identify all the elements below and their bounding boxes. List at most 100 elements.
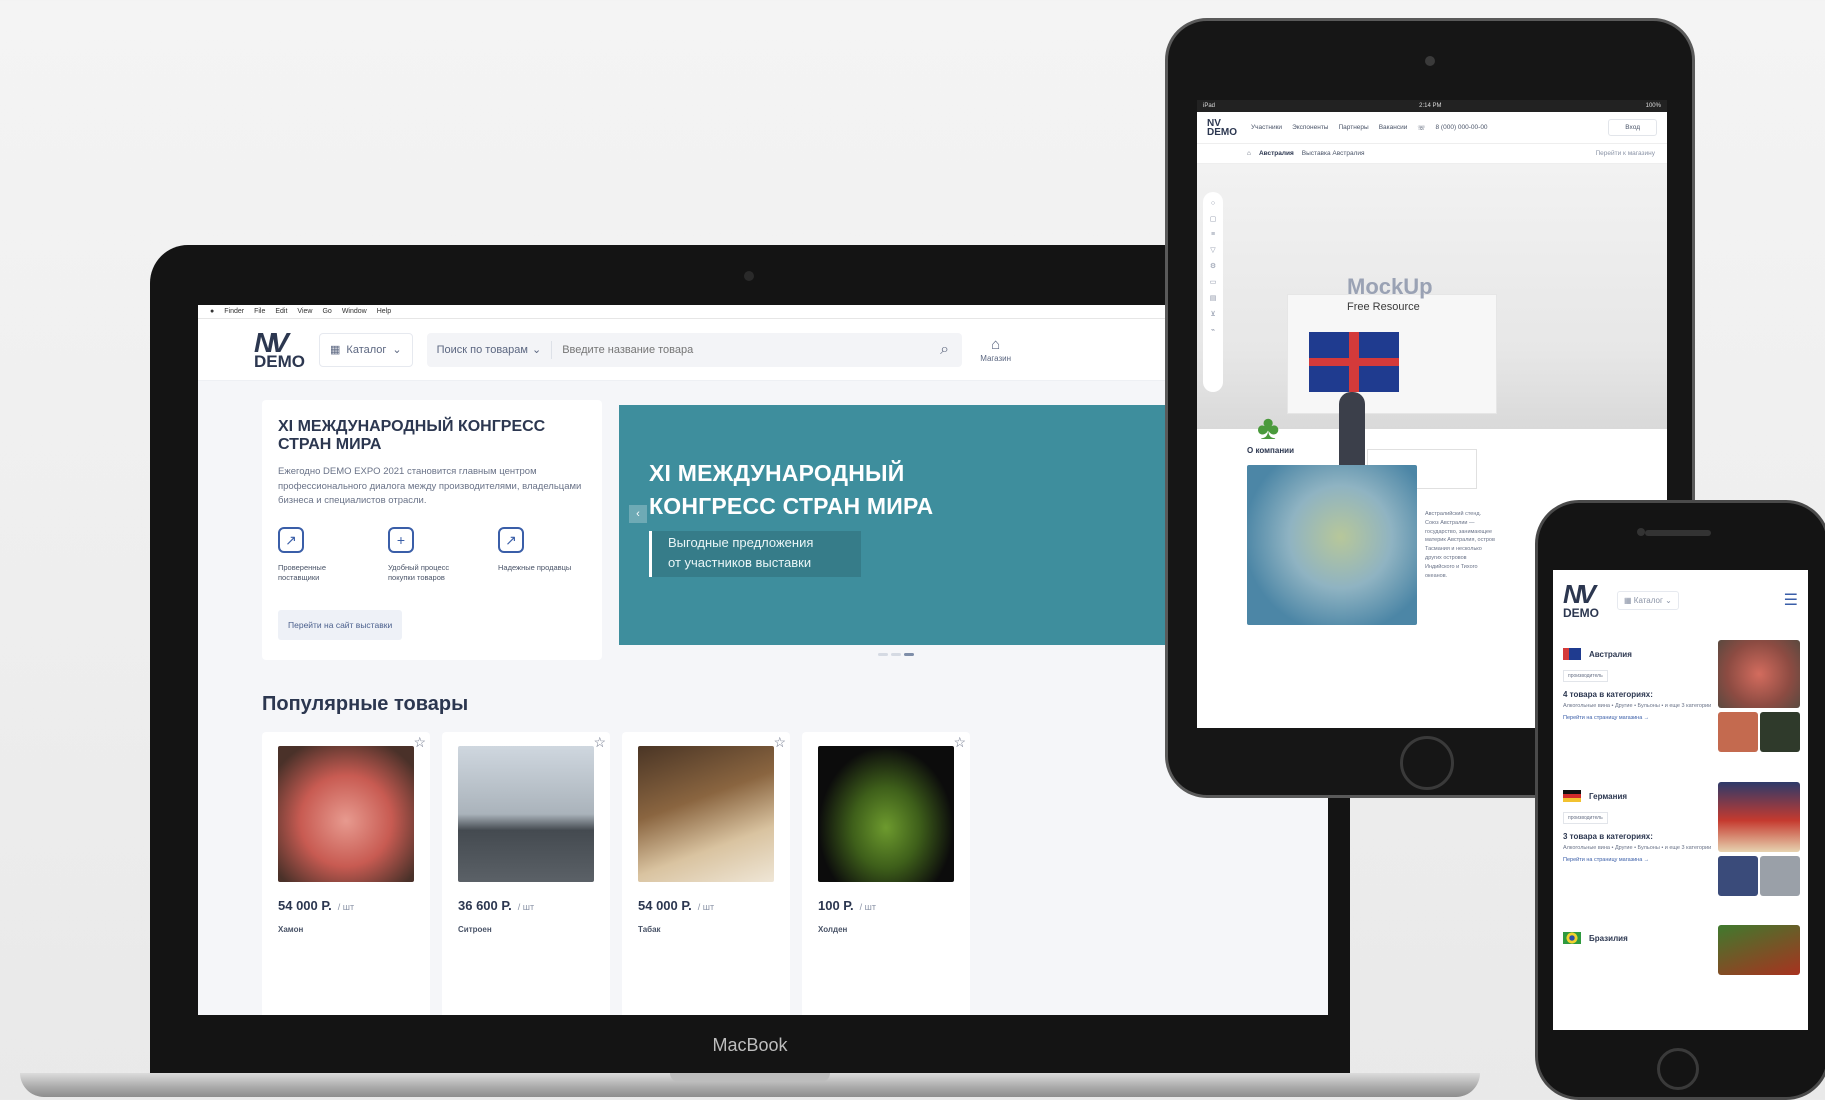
mac-menubar: ● Finder File Edit View Go Window Help xyxy=(198,305,1328,319)
menu-go[interactable]: Go xyxy=(322,308,331,315)
product-image-cigars[interactable] xyxy=(638,746,774,882)
product-name[interactable]: Хамон xyxy=(278,925,414,934)
menu-help[interactable]: Help xyxy=(377,308,391,315)
product-image-green-car[interactable] xyxy=(818,746,954,882)
menu-view[interactable]: View xyxy=(297,308,312,315)
info-icon[interactable]: ○ xyxy=(1211,200,1215,207)
status-battery: 100% xyxy=(1645,103,1661,109)
country-name[interactable]: Германия xyxy=(1589,792,1627,801)
product-name[interactable]: Холден xyxy=(818,925,954,934)
laptop-notch xyxy=(670,1073,830,1082)
product-image-car[interactable] xyxy=(458,746,594,882)
tablet-side-toolbar: ○ ▢ ≡ ▽ ⚙ ▭ ▤ ⊻ ⌁ xyxy=(1203,192,1223,392)
search-icon[interactable]: ⌕ xyxy=(928,341,962,359)
country-count: 3 товара в категориях: xyxy=(1563,832,1653,841)
product-card[interactable]: ☆ 54 000 Р. / шт Хамон xyxy=(262,732,430,1015)
cart-icon[interactable]: ⊻ xyxy=(1210,310,1215,318)
product-thumb[interactable] xyxy=(1718,856,1758,896)
menu-edit[interactable]: Edit xyxy=(275,308,287,315)
magnifier-map-image xyxy=(1247,465,1417,625)
country-item[interactable]: Бразилия xyxy=(1563,932,1713,944)
breadcrumb-country[interactable]: Австралия xyxy=(1259,150,1294,157)
product-thumb[interactable] xyxy=(1760,712,1800,752)
country-categories: Алкогольные вина • Другие • Бульоны • и … xyxy=(1563,845,1712,851)
phone-screen: NV DEMO ▦ Каталог ⌄ ☰ Австралия производи… xyxy=(1553,570,1808,1030)
breadcrumb-booth: Выставка Австралия xyxy=(1301,150,1365,157)
catalog-button[interactable]: ▦ Каталог ⌄ xyxy=(319,332,413,367)
nav-vacancies[interactable]: Вакансии xyxy=(1379,124,1408,131)
feature-label: Надежные продавцы xyxy=(498,562,572,572)
star-icon[interactable]: ☆ xyxy=(413,734,426,751)
country-name-row: Германия xyxy=(1563,790,1713,802)
doc-icon[interactable]: ▤ xyxy=(1210,294,1217,302)
apple-icon[interactable]: ● xyxy=(210,308,214,315)
filter-icon[interactable]: ▽ xyxy=(1210,246,1215,254)
nav-exponents[interactable]: Экспоненты xyxy=(1292,124,1328,131)
logo-word: DEMO xyxy=(254,352,305,371)
exhibition-site-button[interactable]: Перейти на сайт выставки xyxy=(278,610,403,641)
search-input[interactable] xyxy=(552,343,928,356)
star-icon[interactable]: ☆ xyxy=(953,734,966,751)
phone-logo[interactable]: NV DEMO xyxy=(1563,581,1599,619)
tablet-logo[interactable]: NV DEMO xyxy=(1207,118,1237,137)
tablet-home-button[interactable] xyxy=(1400,736,1454,790)
feature-item: ↗ Надежные продавцы xyxy=(498,526,578,583)
product-thumb[interactable] xyxy=(1760,856,1800,896)
price-unit: / шт xyxy=(517,902,535,912)
phone-home-button[interactable] xyxy=(1657,1048,1699,1090)
feature-item: + Удобный процесс покупки товаров xyxy=(388,526,468,583)
country-store-link[interactable]: Перейти на страницу магазина → xyxy=(1563,715,1713,721)
menu-finder[interactable]: Finder xyxy=(224,308,244,315)
go-to-store-link[interactable]: Перейти к магазину xyxy=(1595,150,1655,157)
list-icon[interactable]: ≡ xyxy=(1211,231,1215,238)
product-price: 36 600 Р. / шт xyxy=(458,898,594,913)
status-time: 2:14 PM xyxy=(1419,103,1442,109)
country-name[interactable]: Австралия xyxy=(1589,650,1632,659)
chat-icon[interactable]: ▭ xyxy=(1210,278,1217,286)
menu-file[interactable]: File xyxy=(254,308,265,315)
nav-participants[interactable]: Участники xyxy=(1251,124,1282,131)
slider-dot[interactable] xyxy=(878,653,888,656)
menu-window[interactable]: Window xyxy=(342,308,367,315)
exhibition-stand-view[interactable]: MockUp Free Resource ♣ xyxy=(1197,164,1667,492)
product-card[interactable]: ☆ 100 Р. / шт Холден xyxy=(802,732,970,1015)
product-thumb[interactable] xyxy=(1718,925,1800,975)
country-store-link[interactable]: Перейти на страницу магазина → xyxy=(1563,857,1713,863)
product-image-jamon[interactable] xyxy=(278,746,414,882)
star-icon[interactable]: ☆ xyxy=(593,734,606,751)
feature-label: Проверенные поставщики xyxy=(278,562,326,582)
laptop-camera xyxy=(744,271,754,281)
product-card[interactable]: ☆ 36 600 Р. / шт Ситроен xyxy=(442,732,610,1015)
slider-dot-active[interactable] xyxy=(904,653,914,656)
product-price: 100 Р. / шт xyxy=(818,898,954,913)
link-icon[interactable]: ⌁ xyxy=(1211,326,1215,334)
product-thumb[interactable] xyxy=(1718,640,1800,708)
product-thumb[interactable] xyxy=(1718,712,1758,752)
chevron-left-icon[interactable]: ‹ xyxy=(629,505,647,523)
product-name[interactable]: Табак xyxy=(638,925,774,934)
product-thumb[interactable] xyxy=(1718,782,1800,852)
site-logo[interactable]: NV DEMO xyxy=(254,329,305,371)
menu-icon[interactable]: ☰ xyxy=(1784,590,1798,610)
country-name[interactable]: Бразилия xyxy=(1589,934,1628,943)
home-icon[interactable]: ⌂ xyxy=(1247,150,1251,157)
shop-button[interactable]: ⌂ Магазин xyxy=(976,335,1016,365)
nav-partners[interactable]: Партнеры xyxy=(1338,124,1368,131)
store-icon: ⌂ xyxy=(991,335,1001,353)
slider-dot[interactable] xyxy=(891,653,901,656)
price-value: 36 600 Р. xyxy=(458,898,512,913)
settings-icon[interactable]: ⚙ xyxy=(1210,262,1216,270)
box-icon[interactable]: ▢ xyxy=(1210,215,1217,223)
login-button[interactable]: Вход xyxy=(1608,119,1657,136)
phone-catalog-button[interactable]: ▦ Каталог ⌄ xyxy=(1617,590,1679,610)
product-card[interactable]: ☆ 54 000 Р. / шт Табак xyxy=(622,732,790,1015)
star-icon[interactable]: ☆ xyxy=(773,734,786,751)
country-item[interactable]: Германия производитель 3 товара в катего… xyxy=(1563,790,1713,863)
search-scope-select[interactable]: Поиск по товарам ⌄ xyxy=(427,340,553,359)
product-name[interactable]: Ситроен xyxy=(458,925,594,934)
nav-phone[interactable]: 8 (000) 000-00-00 xyxy=(1436,124,1488,131)
phone-catalog-label: Каталог xyxy=(1633,595,1663,605)
laptop-chin: MacBook xyxy=(150,1015,1350,1075)
product-price: 54 000 Р. / шт xyxy=(278,898,414,913)
country-item[interactable]: Австралия производитель 4 товара в катег… xyxy=(1563,648,1713,721)
